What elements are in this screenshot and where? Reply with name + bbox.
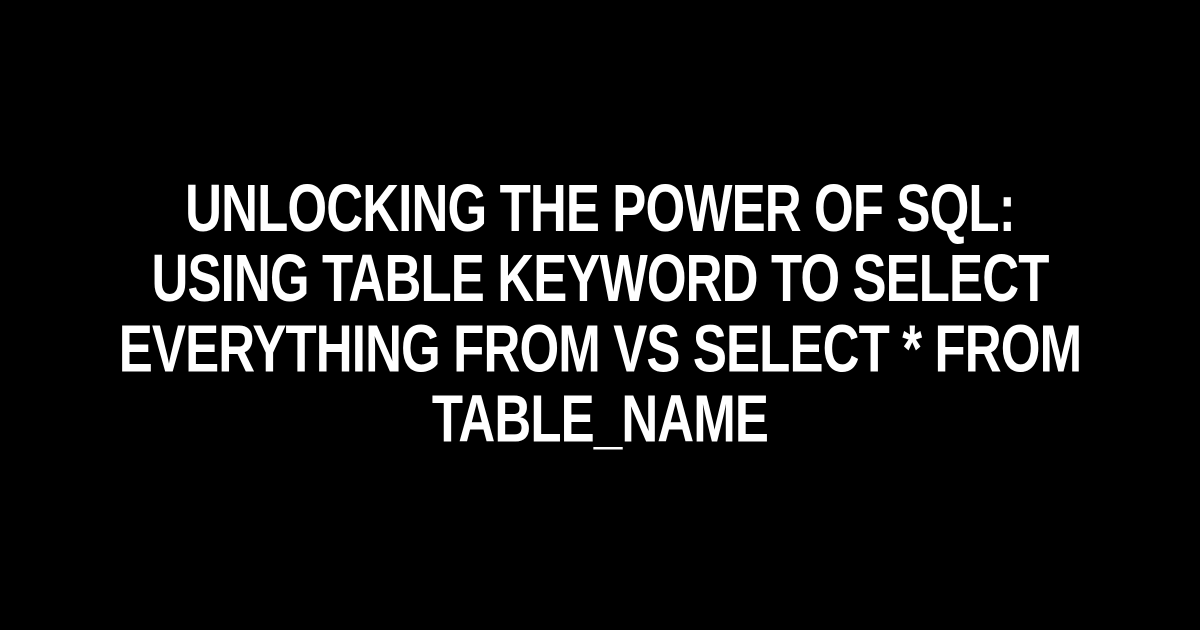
page-title: Unlocking the Power of SQL: Using TABLE … <box>72 175 1128 455</box>
